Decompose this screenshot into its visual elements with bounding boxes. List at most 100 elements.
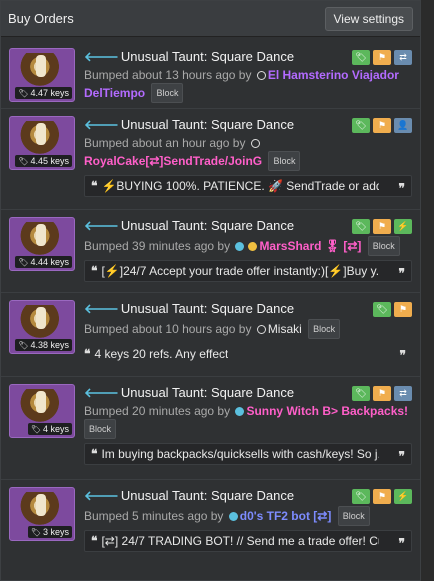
lightning-icon: ⚡ — [397, 220, 409, 231]
block-button[interactable]: Block — [337, 506, 370, 526]
flag-button[interactable]: ⚑ — [373, 385, 391, 401]
price-badge: 🏷 4.44 keys — [15, 256, 72, 268]
comment-text: 4 keys 20 refs. Any effect — [94, 347, 229, 361]
price-badge: 🏷 4 keys — [27, 423, 72, 435]
comment-text: ⚡BUYING 100%. PATIENCE. 🚀 SendTrade or a… — [101, 179, 380, 193]
tag-button[interactable]: 🏷 — [352, 49, 370, 65]
block-button[interactable]: Block — [151, 83, 184, 103]
add-friend-button[interactable]: 👤 — [394, 117, 412, 133]
item-image — [20, 222, 64, 256]
tag-button[interactable]: 🏷 — [352, 488, 370, 504]
flag-button[interactable]: ⚑ — [373, 117, 391, 133]
tag-button[interactable]: 🏷 — [352, 385, 370, 401]
item-thumbnail[interactable]: 🏷 4.47 keys — [9, 48, 75, 102]
arrow-left-icon: 🡐 — [84, 218, 119, 233]
tag-button[interactable]: 🏷 — [352, 218, 370, 234]
user-link[interactable]: Misaki — [268, 322, 302, 336]
item-name[interactable]: 🡐 Unusual Taunt: Square Dance — [84, 218, 294, 234]
block-button[interactable]: Block — [268, 151, 301, 171]
item-name[interactable]: 🡐 Unusual Taunt: Square Dance — [84, 488, 294, 504]
bumped-text: Bumped 20 minutes ago by Sunny Witch B> … — [84, 403, 412, 439]
tag-icon: 🏷 — [30, 528, 41, 537]
add-friend-icon: 👤 — [397, 119, 409, 130]
block-button[interactable]: Block — [308, 319, 341, 339]
view-settings-button[interactable]: View settings — [324, 6, 413, 31]
lightning-button[interactable]: ⚡ — [394, 488, 412, 504]
block-button[interactable]: Block — [84, 419, 117, 439]
list-item: 🏷 4 keys 🡐 Unusual Taunt: Square Dance 🏷 ⚑… — [1, 377, 420, 480]
list-item: 🏷 4.38 keys 🡐 Unusual Taunt: Square Dance … — [1, 293, 420, 377]
quote-open-icon: ❝ — [91, 264, 98, 278]
item-thumbnail[interactable]: 🏷 4.45 keys — [9, 116, 75, 170]
status-icon — [250, 139, 260, 148]
flag-button[interactable]: ⚑ — [373, 49, 391, 65]
flag-icon: ⚑ — [398, 303, 408, 314]
item-thumbnail[interactable]: 🏷 4.38 keys — [9, 300, 75, 354]
user-link[interactable]: RoyalCake[⇄]SendTrade/JoinG — [84, 154, 262, 168]
trade-button[interactable]: ⇄ — [394, 385, 412, 401]
lightning-icon: ⚡ — [397, 490, 409, 501]
item-image — [20, 121, 64, 155]
item-thumbnail[interactable]: 🏷 4.44 keys — [9, 217, 75, 271]
arrow-left-icon: 🡐 — [84, 49, 119, 64]
tag-icon: 🏷 — [18, 258, 29, 267]
status-icon — [235, 407, 245, 416]
item-thumbnail[interactable]: 🏷 4 keys — [9, 384, 75, 438]
price-badge: 🏷 4.45 keys — [15, 155, 72, 167]
block-button[interactable]: Block — [367, 236, 400, 256]
tag-icon: 🏷 — [355, 119, 367, 130]
flag-button[interactable]: ⚑ — [373, 218, 391, 234]
panel-title: Buy Orders — [8, 11, 74, 26]
item-name[interactable]: 🡐 Unusual Taunt: Square Dance — [84, 49, 294, 65]
flag-button[interactable]: ⚑ — [373, 488, 391, 504]
order-comment: ❝ 4 keys 20 refs. Any effect ❞ — [84, 343, 412, 365]
tag-icon: 🏷 — [18, 341, 29, 350]
item-image — [20, 305, 64, 339]
flag-icon: ⚑ — [377, 220, 387, 231]
lightning-button[interactable]: ⚡ — [394, 218, 412, 234]
item-name[interactable]: 🡐 Unusual Taunt: Square Dance — [84, 117, 294, 133]
item-image — [20, 389, 64, 423]
comment-text: [⚡]24/7 Accept your trade offer instantl… — [101, 264, 380, 278]
tag-button[interactable]: 🏷 — [352, 117, 370, 133]
orders-list: 🏷 4.47 keys 🡐 Unusual Taunt: Square Dance … — [1, 37, 420, 560]
flag-icon: ⚑ — [377, 387, 387, 398]
quote-close-icon: ❞ — [398, 449, 405, 463]
badge-icon — [248, 242, 258, 251]
item-image — [20, 53, 64, 87]
buy-orders-panel: Buy Orders View settings 🏷 4.47 keys 🡐 Unu… — [0, 0, 421, 581]
list-item: 🏷 4.47 keys 🡐 Unusual Taunt: Square Dance … — [1, 41, 420, 109]
quote-close-icon: ❞ — [399, 348, 406, 362]
tag-icon: 🏷 — [355, 387, 367, 398]
tag-button[interactable]: 🏷 — [373, 301, 391, 317]
user-link[interactable]: Sunny Witch B> Backpacks! — [246, 404, 408, 418]
quote-close-icon: ❞ — [398, 536, 405, 550]
tag-icon: 🏷 — [355, 51, 367, 62]
item-name[interactable]: 🡐 Unusual Taunt: Square Dance — [84, 385, 294, 401]
status-icon — [235, 242, 245, 251]
item-image — [20, 492, 64, 526]
scrollbar[interactable] — [421, 0, 434, 581]
arrow-left-icon: 🡐 — [84, 117, 119, 132]
user-link[interactable]: d0's TF2 bot [⇄] — [240, 509, 332, 523]
order-comment: ❝ Im buying backpacks/quicksells with ca… — [84, 443, 412, 465]
item-thumbnail[interactable]: 🏷 3 keys — [9, 487, 75, 541]
quote-open-icon: ❝ — [91, 534, 98, 548]
flag-icon: ⚑ — [377, 119, 387, 130]
tag-icon: 🏷 — [18, 89, 29, 98]
tag-icon: 🏷 — [376, 303, 388, 314]
trade-button[interactable]: ⇄ — [394, 49, 412, 65]
user-link[interactable]: MarsShard 🎖 [⇄] — [259, 239, 361, 253]
order-comment: ❝ [⇄] 24/7 TRADING BOT! // Send me a tra… — [84, 530, 412, 552]
status-icon — [256, 325, 266, 334]
panel-header: Buy Orders View settings — [1, 1, 420, 37]
flag-icon: ⚑ — [377, 490, 387, 501]
order-comment: ❝ [⚡]24/7 Accept your trade offer instan… — [84, 260, 412, 282]
status-icon — [256, 71, 266, 80]
swap-icon: ⇄ — [399, 387, 407, 398]
flag-button[interactable]: ⚑ — [394, 301, 412, 317]
quote-open-icon: ❝ — [91, 447, 98, 461]
item-name[interactable]: 🡐 Unusual Taunt: Square Dance — [84, 301, 294, 317]
bumped-text: Bumped 39 minutes ago by MarsShard 🎖 [⇄]… — [84, 236, 412, 256]
comment-text: Im buying backpacks/quicksells with cash… — [101, 447, 380, 461]
